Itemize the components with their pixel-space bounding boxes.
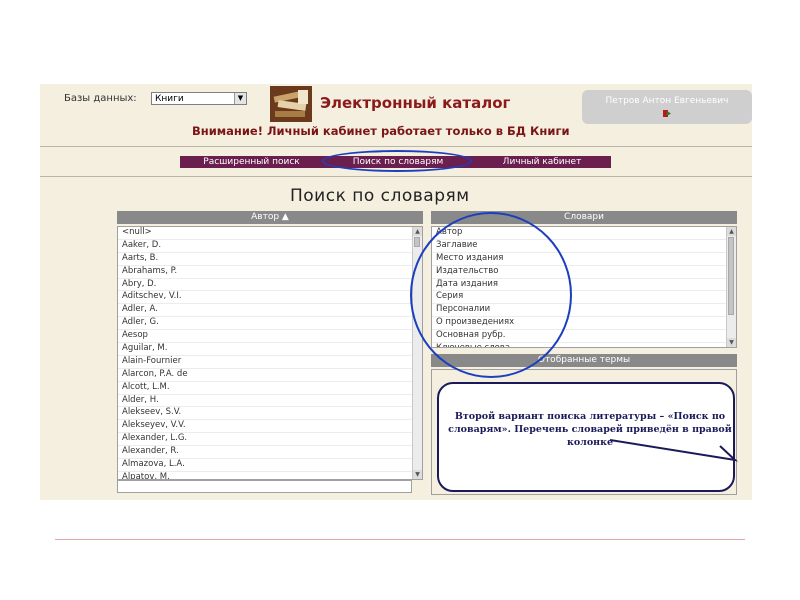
books-logo-icon xyxy=(270,86,312,122)
author-list-item[interactable]: Aesop xyxy=(118,330,422,344)
annotation-oval xyxy=(322,150,472,172)
author-column-header[interactable]: Автор ▲ xyxy=(117,211,423,224)
database-label: Базы данных: xyxy=(64,93,137,104)
author-list-item[interactable]: Alexander, R. xyxy=(118,446,422,460)
author-list-item[interactable]: Alpatov, M. xyxy=(118,472,422,479)
page-title: Поиск по словарям xyxy=(290,186,470,206)
tab-advanced-search[interactable]: Расширенный поиск xyxy=(180,156,323,168)
logout-icon[interactable] xyxy=(662,109,671,118)
author-list-item[interactable]: Abry, D. xyxy=(118,279,422,292)
database-select-value: Книги xyxy=(155,94,184,104)
scroll-thumb[interactable] xyxy=(728,237,734,315)
divider xyxy=(40,146,752,147)
slide-rule xyxy=(55,539,745,540)
callout-text: Второй вариант поиска литературы – «Поис… xyxy=(448,411,732,448)
author-list-item[interactable]: Aditschev, V.I. xyxy=(118,291,422,305)
author-list-item[interactable]: Abrahams, P. xyxy=(118,266,422,279)
author-list-item[interactable]: Adler, G. xyxy=(118,317,422,331)
author-list-item[interactable]: Adler, A. xyxy=(118,304,422,318)
author-list-item[interactable]: Alekseev, S.V. xyxy=(118,407,422,421)
chevron-down-icon[interactable]: ▼ xyxy=(234,93,246,104)
dictionaries-scrollbar[interactable]: ▲ ▼ xyxy=(726,227,736,347)
author-list-item[interactable]: Alder, H. xyxy=(118,395,422,408)
user-name: Петров Антон Евгеньевич xyxy=(605,96,729,106)
author-list-item[interactable]: Alain-Fournier xyxy=(118,356,422,369)
author-list-item[interactable]: Alexander, L.G. xyxy=(118,433,422,447)
scroll-up-icon[interactable]: ▲ xyxy=(413,227,422,236)
cabinet-warning: Внимание! Личный кабинет работает только… xyxy=(192,124,570,138)
author-filter-input[interactable] xyxy=(117,480,412,493)
author-list-item[interactable]: Aarts, B. xyxy=(118,253,422,266)
author-list-item[interactable]: Aaker, D. xyxy=(118,240,422,253)
divider xyxy=(40,176,752,177)
user-panel: Петров Антон Евгеньевич xyxy=(582,90,752,124)
author-list-item[interactable]: Almazova, L.A. xyxy=(118,459,422,472)
scroll-down-icon[interactable]: ▼ xyxy=(413,470,422,479)
scroll-up-icon[interactable]: ▲ xyxy=(727,227,736,236)
tab-personal-cabinet[interactable]: Личный кабинет xyxy=(473,156,611,168)
scroll-thumb[interactable] xyxy=(414,237,420,247)
annotation-oval xyxy=(410,212,572,378)
author-list-item[interactable]: <null> xyxy=(118,227,422,240)
database-select[interactable]: Книги ▼ xyxy=(151,92,247,105)
author-list-item[interactable]: Alekseyev, V.V. xyxy=(118,420,422,434)
scroll-down-icon[interactable]: ▼ xyxy=(727,338,736,347)
author-list-item[interactable]: Aguilar, M. xyxy=(118,343,422,356)
author-list-item[interactable]: Alarcon, P.A. de xyxy=(118,369,422,382)
author-list[interactable]: <null> Aaker, D. Aarts, B. Abrahams, P. Abry… xyxy=(117,226,423,480)
author-list-item[interactable]: Alcott, L.M. xyxy=(118,382,422,395)
app-title: Электронный каталог xyxy=(320,94,511,112)
